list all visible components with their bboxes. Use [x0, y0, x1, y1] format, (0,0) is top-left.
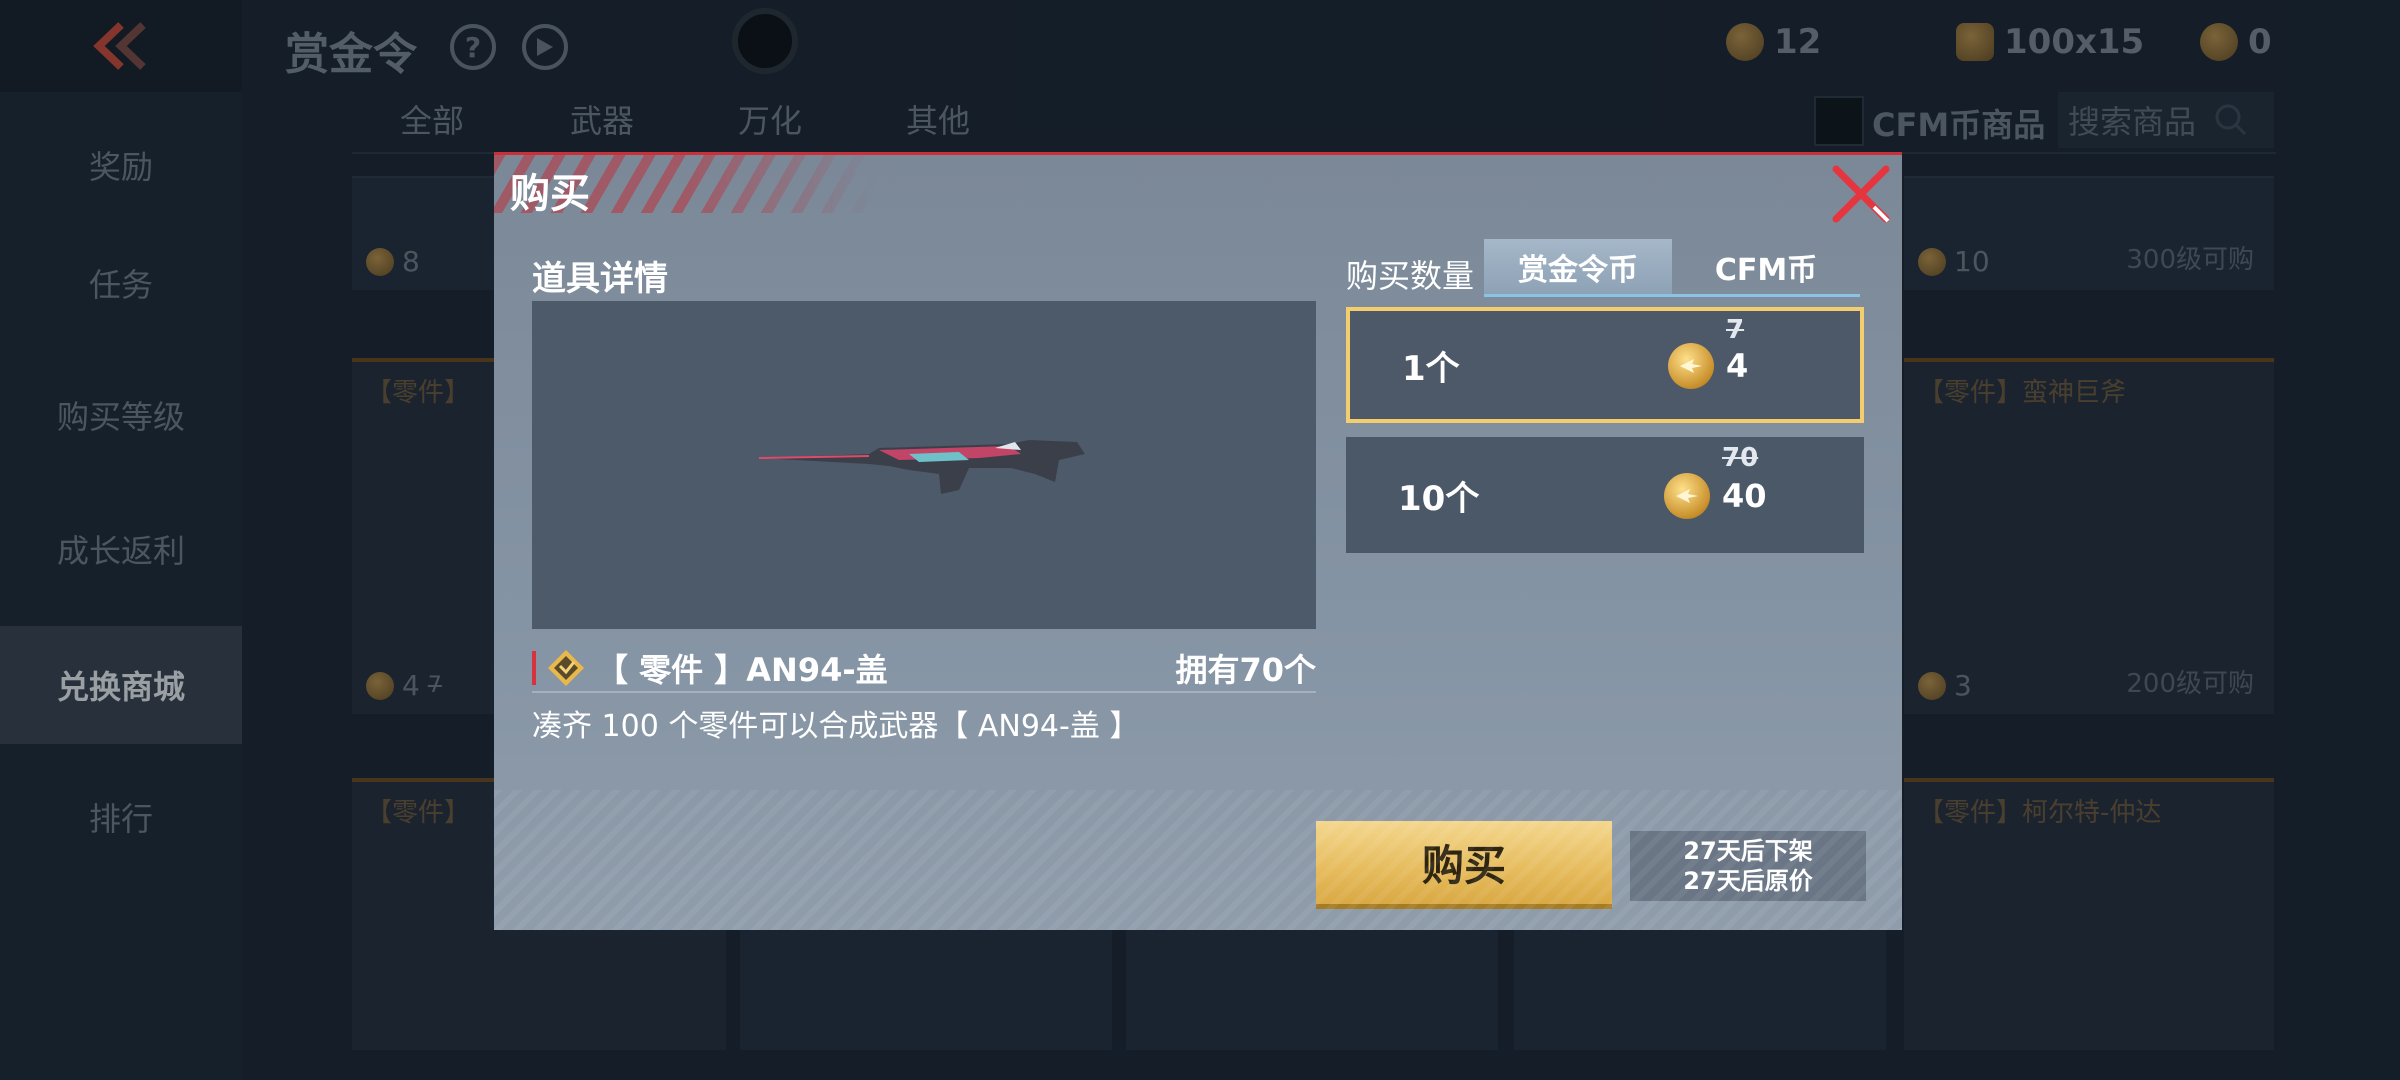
sale-price: 40 — [1722, 477, 1767, 515]
sale-price: 4 — [1726, 347, 1749, 385]
buy-button[interactable]: 购买 — [1316, 821, 1612, 909]
bounty-coin-icon — [1668, 343, 1714, 389]
accent-bar — [532, 651, 536, 685]
original-price: 70 — [1722, 443, 1759, 473]
item-details-title: 道具详情 — [532, 259, 668, 299]
quantity-option-1[interactable]: 1个 7 4 — [1346, 307, 1864, 423]
quantity-option-10[interactable]: 10个 70 40 — [1346, 437, 1864, 553]
option-quantity: 1个 — [1402, 348, 1460, 389]
owned-count: 拥有70个 — [1175, 651, 1316, 689]
timer-delist: 27天后下架 — [1683, 837, 1813, 865]
original-price: 7 — [1726, 315, 1745, 345]
tab-cfm-coin[interactable]: CFM币 — [1672, 239, 1860, 294]
sale-timer: 27天后下架 27天后原价 — [1630, 831, 1866, 901]
tab-bounty-coin[interactable]: 赏金令币 — [1484, 239, 1672, 294]
timer-original-price: 27天后原价 — [1683, 867, 1813, 895]
item-info-row: 【 零件 】AN94-盖 拥有70个 — [532, 645, 1316, 693]
option-quantity: 10个 — [1398, 478, 1480, 519]
bounty-coin-icon — [1664, 473, 1710, 519]
rifle-icon — [759, 440, 1085, 494]
currency-tabs: 赏金令币 CFM币 — [1484, 239, 1860, 297]
parts-badge-icon — [548, 650, 584, 686]
dialog-title: 购买 — [510, 171, 590, 217]
item-description: 凑齐 100 个零件可以合成武器【 AN94-盖 】 — [532, 709, 1140, 744]
close-icon — [1832, 165, 1890, 223]
quantity-label: 购买数量 — [1346, 257, 1475, 295]
item-name: 【 零件 】AN94-盖 — [596, 651, 888, 689]
purchase-dialog: 购买 道具详情 【 零件 】AN94-盖 拥有70个 凑齐 100 个零件可以合… — [494, 152, 1902, 930]
close-button[interactable] — [1826, 159, 1896, 229]
item-preview — [532, 301, 1316, 629]
